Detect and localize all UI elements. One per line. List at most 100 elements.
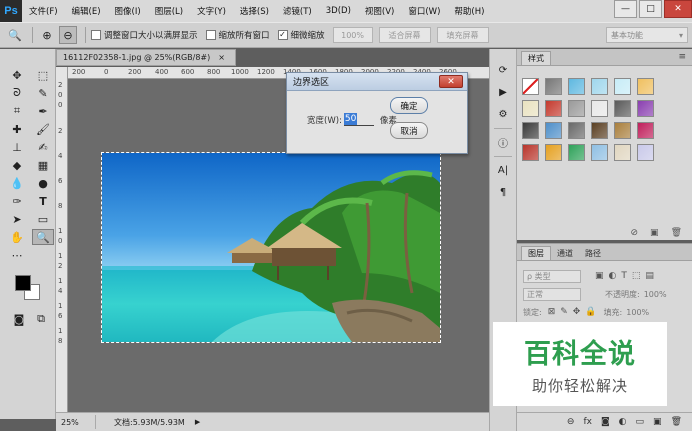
scrubby-zoom-option[interactable]: ✓ 细微缩放	[277, 29, 325, 41]
fill-value[interactable]: 100%	[626, 308, 649, 317]
style-swatch[interactable]	[568, 100, 585, 117]
style-swatch[interactable]	[568, 122, 585, 139]
menu-view[interactable]: 视图(V)	[358, 5, 401, 17]
style-swatch[interactable]	[545, 122, 562, 139]
more-tools-icon[interactable]: ⋯	[6, 247, 28, 263]
foreground-color-swatch[interactable]	[15, 275, 31, 291]
zoom-out-icon[interactable]: ⊖	[59, 26, 77, 44]
width-input[interactable]: 50	[343, 113, 374, 126]
blur-tool-icon[interactable]: 💧	[6, 175, 28, 191]
brush-tool-icon[interactable]: 🖌	[32, 121, 54, 137]
actions-panel-icon[interactable]: ▶	[493, 83, 513, 101]
workspace-dropdown[interactable]: 基本功能 ▾	[606, 27, 688, 43]
style-swatch[interactable]	[591, 144, 608, 161]
eyedropper-tool-icon[interactable]: ✒	[32, 103, 54, 119]
style-swatch[interactable]	[522, 100, 539, 117]
opacity-value[interactable]: 100%	[644, 290, 667, 299]
resize-windows-option[interactable]: 调整窗口大小以满屏显示	[91, 29, 198, 41]
style-swatch[interactable]	[522, 122, 539, 139]
close-tab-icon[interactable]: ×	[218, 53, 225, 62]
tab-layers[interactable]: 图层	[521, 246, 551, 260]
clone-stamp-tool-icon[interactable]: ⊥	[6, 139, 28, 155]
move-tool-icon[interactable]: ✥	[6, 67, 28, 83]
zoom-level-field[interactable]: 25%	[56, 415, 96, 429]
tab-styles[interactable]: 样式	[521, 51, 551, 65]
zoom-tool-preset-icon[interactable]: 🔍	[6, 26, 24, 44]
history-panel-icon[interactable]: ⟳	[493, 61, 513, 79]
zoom-100-button[interactable]: 100%	[332, 27, 373, 43]
menu-file[interactable]: 文件(F)	[22, 5, 65, 17]
menu-type[interactable]: 文字(Y)	[190, 5, 233, 17]
dialog-close-button[interactable]: ✕	[439, 75, 463, 88]
info-panel-icon[interactable]: ⓘ	[493, 133, 513, 151]
type-filter-icon[interactable]: T	[621, 271, 627, 281]
fit-screen-button[interactable]: 适合屏幕	[378, 27, 431, 43]
fx-icon[interactable]: fx	[583, 417, 592, 427]
marquee-tool-icon[interactable]: ⬚	[32, 67, 54, 83]
style-swatch[interactable]	[568, 78, 585, 95]
dialog-titlebar[interactable]: 边界选区 ✕	[287, 73, 467, 91]
menu-help[interactable]: 帮助(H)	[447, 5, 491, 17]
zoom-all-windows-checkbox[interactable]	[205, 30, 216, 40]
new-style-icon[interactable]: ▣	[650, 228, 659, 238]
style-swatch[interactable]	[637, 78, 654, 95]
adjustment-layer-icon[interactable]: ◐	[619, 417, 627, 427]
resize-windows-checkbox[interactable]	[91, 30, 101, 40]
shape-filter-icon[interactable]: ⬚	[632, 271, 641, 281]
close-window-button[interactable]: ✕	[664, 0, 692, 18]
paragraph-panel-icon[interactable]: ¶	[493, 183, 513, 201]
style-swatch[interactable]	[591, 100, 608, 117]
fill-screen-button[interactable]: 填充屏幕	[436, 27, 489, 43]
restore-button[interactable]: □	[639, 0, 662, 18]
cancel-button[interactable]: 取消	[390, 122, 428, 139]
style-swatch[interactable]	[545, 78, 562, 95]
menu-layer[interactable]: 图层(L)	[148, 5, 190, 17]
screen-mode-icon[interactable]: ⧉	[30, 311, 52, 327]
lock-position-icon[interactable]: ✥	[573, 307, 581, 317]
menu-3d[interactable]: 3D(D)	[319, 6, 358, 16]
style-swatch[interactable]	[522, 144, 539, 161]
hand-tool-icon[interactable]: ✋	[6, 229, 28, 245]
path-selection-tool-icon[interactable]: ➤	[6, 211, 28, 227]
pixel-filter-icon[interactable]: ▣	[595, 271, 604, 281]
delete-layer-icon[interactable]: 🗑	[671, 417, 682, 427]
lock-transparent-icon[interactable]: ⊠	[548, 307, 556, 317]
smart-object-filter-icon[interactable]: ▤	[645, 271, 654, 281]
rectangle-tool-icon[interactable]: ▭	[32, 211, 54, 227]
tab-channels[interactable]: 通道	[551, 246, 579, 260]
lock-image-icon[interactable]: ✎	[560, 307, 568, 317]
delete-style-icon[interactable]: 🗑	[671, 228, 682, 238]
style-swatch[interactable]	[591, 122, 608, 139]
properties-panel-icon[interactable]: ⚙	[493, 105, 513, 123]
lock-all-icon[interactable]: 🔒	[585, 307, 596, 317]
crop-tool-icon[interactable]: ⌗	[6, 103, 28, 119]
style-swatch[interactable]	[614, 78, 631, 95]
add-mask-icon[interactable]: ◙	[601, 417, 610, 427]
tropical-beach-photo[interactable]	[101, 152, 441, 343]
document-tab[interactable]: 16112F02358-1.jpg @ 25%(RGB/8#) ×	[56, 49, 236, 66]
adjustment-filter-icon[interactable]: ◐	[609, 271, 617, 281]
style-swatch[interactable]	[637, 144, 654, 161]
link-layers-icon[interactable]: ⊖	[567, 417, 575, 427]
gradient-tool-icon[interactable]: ▦	[32, 157, 54, 173]
menu-select[interactable]: 选择(S)	[233, 5, 276, 17]
menu-window[interactable]: 窗口(W)	[401, 5, 447, 17]
style-swatch[interactable]	[614, 122, 631, 139]
style-swatch[interactable]	[614, 144, 631, 161]
quick-mask-icon[interactable]: ◙	[8, 311, 30, 327]
zoom-all-windows-option[interactable]: 缩放所有窗口	[205, 29, 270, 41]
lasso-tool-icon[interactable]: ᘐ	[6, 85, 28, 101]
dodge-tool-icon[interactable]: ●	[32, 175, 54, 191]
style-swatch[interactable]	[591, 78, 608, 95]
menu-edit[interactable]: 编辑(E)	[65, 5, 108, 17]
status-menu-arrow-icon[interactable]: ▶	[195, 418, 200, 426]
style-swatch[interactable]	[545, 144, 562, 161]
type-tool-icon[interactable]: T	[32, 193, 54, 209]
color-swatches[interactable]	[12, 271, 48, 305]
panel-menu-icon[interactable]: ≡	[678, 52, 686, 62]
zoom-tool-icon[interactable]: 🔍	[32, 229, 54, 245]
blend-mode-dropdown[interactable]: 正常	[523, 287, 581, 301]
clear-style-icon[interactable]: ⊘	[631, 228, 639, 238]
pen-tool-icon[interactable]: ✑	[6, 193, 28, 209]
style-swatch[interactable]	[637, 122, 654, 139]
